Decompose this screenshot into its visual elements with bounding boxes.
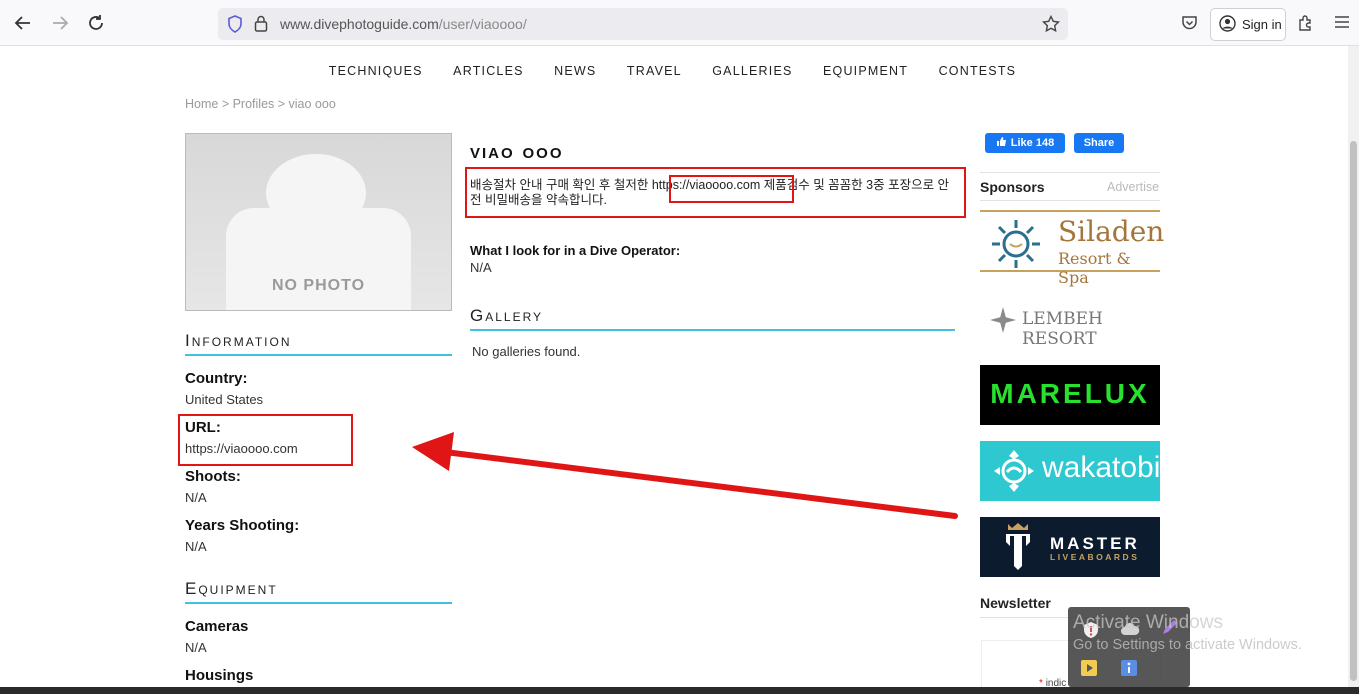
page-scrollbar[interactable] (1348, 46, 1359, 694)
sidebar-divider (980, 200, 1160, 201)
nav-contests[interactable]: CONTESTS (939, 64, 1017, 78)
ad-marelux[interactable]: MARELUX (980, 365, 1160, 425)
annotation-box-url (178, 414, 353, 466)
avatar-body-shape (226, 208, 411, 310)
menu-icon[interactable] (1334, 15, 1350, 34)
forward-icon[interactable] (47, 10, 73, 36)
ad-master-liveaboards[interactable]: MASTER LIVEABOARDS (980, 517, 1160, 577)
profile-name: viao ooo (470, 140, 564, 163)
activate-windows-title: Activate Windows (1073, 612, 1223, 633)
url-text[interactable]: www.divephotoguide.com/user/viaoooo/ (280, 16, 527, 32)
ad-siladen[interactable]: Siladen Resort & Spa (980, 210, 1164, 287)
browser-toolbar: www.divephotoguide.com/user/viaoooo/ Sig… (0, 0, 1359, 46)
sidebar-divider (980, 172, 1160, 173)
lock-icon[interactable] (254, 15, 268, 37)
bookmark-star-icon[interactable] (1041, 14, 1061, 38)
nav-techniques[interactable]: TECHNIQUES (329, 64, 423, 78)
info-icon[interactable] (1120, 659, 1138, 682)
nav-galleries[interactable]: GALLERIES (712, 64, 792, 78)
activate-windows-subtitle: Go to Settings to activate Windows. (1073, 637, 1302, 653)
lembeh-flower-icon (988, 305, 1018, 340)
nav-news[interactable]: NEWS (554, 64, 596, 78)
ad-wakatobi[interactable]: wakatobi (980, 441, 1160, 501)
shoots-label: Shoots: (185, 468, 241, 485)
media-player-icon[interactable] (1080, 659, 1098, 682)
ad-lembeh-resort[interactable]: LEMBEH RESORT (980, 295, 1160, 349)
cameras-value: N/A (185, 640, 207, 655)
years-shooting-value: N/A (185, 539, 207, 554)
newsletter-label: Newsletter (980, 595, 1051, 611)
sign-in-button[interactable]: Sign in (1210, 8, 1286, 41)
years-shooting-label: Years Shooting: (185, 517, 300, 534)
no-galleries-text: No galleries found. (472, 344, 581, 359)
nav-equipment[interactable]: EQUIPMENT (823, 64, 908, 78)
shoots-value: N/A (185, 490, 207, 505)
gallery-heading: Gallery (470, 306, 955, 331)
taskbar (0, 687, 1359, 694)
wakatobi-wave-icon (992, 448, 1036, 499)
reload-icon[interactable] (83, 10, 109, 36)
sun-logo-icon (984, 216, 1048, 275)
nav-travel[interactable]: TRAVEL (627, 64, 682, 78)
dive-operator-value: N/A (470, 260, 492, 275)
country-label: Country: (185, 370, 248, 387)
advertise-link[interactable]: Advertise (1107, 180, 1159, 194)
sponsors-label: Sponsors (980, 179, 1045, 195)
shield-icon[interactable] (227, 15, 243, 38)
pocket-icon[interactable] (1181, 15, 1198, 36)
housings-label: Housings (185, 667, 254, 684)
facebook-share-button[interactable]: Share (1074, 133, 1124, 153)
breadcrumb[interactable]: Home > Profiles > viao ooo (185, 97, 336, 111)
address-bar[interactable]: www.divephotoguide.com/user/viaoooo/ (218, 8, 1068, 40)
nav-articles[interactable]: ARTICLES (453, 64, 524, 78)
annotation-box-bio-link (669, 175, 794, 203)
dive-operator-label: What I look for in a Dive Operator: (470, 243, 681, 258)
information-heading: Information (185, 331, 452, 356)
profile-photo-placeholder: NO PHOTO (185, 133, 452, 311)
account-icon (1219, 14, 1236, 35)
trident-crown-icon (1002, 522, 1034, 577)
no-photo-label: NO PHOTO (271, 277, 366, 294)
facebook-like-button[interactable]: Like 148 (985, 133, 1065, 153)
country-value: United States (185, 392, 264, 407)
extensions-icon[interactable] (1297, 14, 1315, 37)
back-icon[interactable] (10, 10, 36, 36)
annotation-arrow (412, 432, 958, 519)
thumbs-up-icon (996, 136, 1007, 150)
equipment-heading: Equipment (185, 579, 452, 604)
cameras-label: Cameras (185, 618, 249, 635)
scrollbar-thumb[interactable] (1350, 141, 1357, 681)
site-navigation: TECHNIQUES ARTICLES NEWS TRAVEL GALLERIE… (0, 62, 1345, 80)
